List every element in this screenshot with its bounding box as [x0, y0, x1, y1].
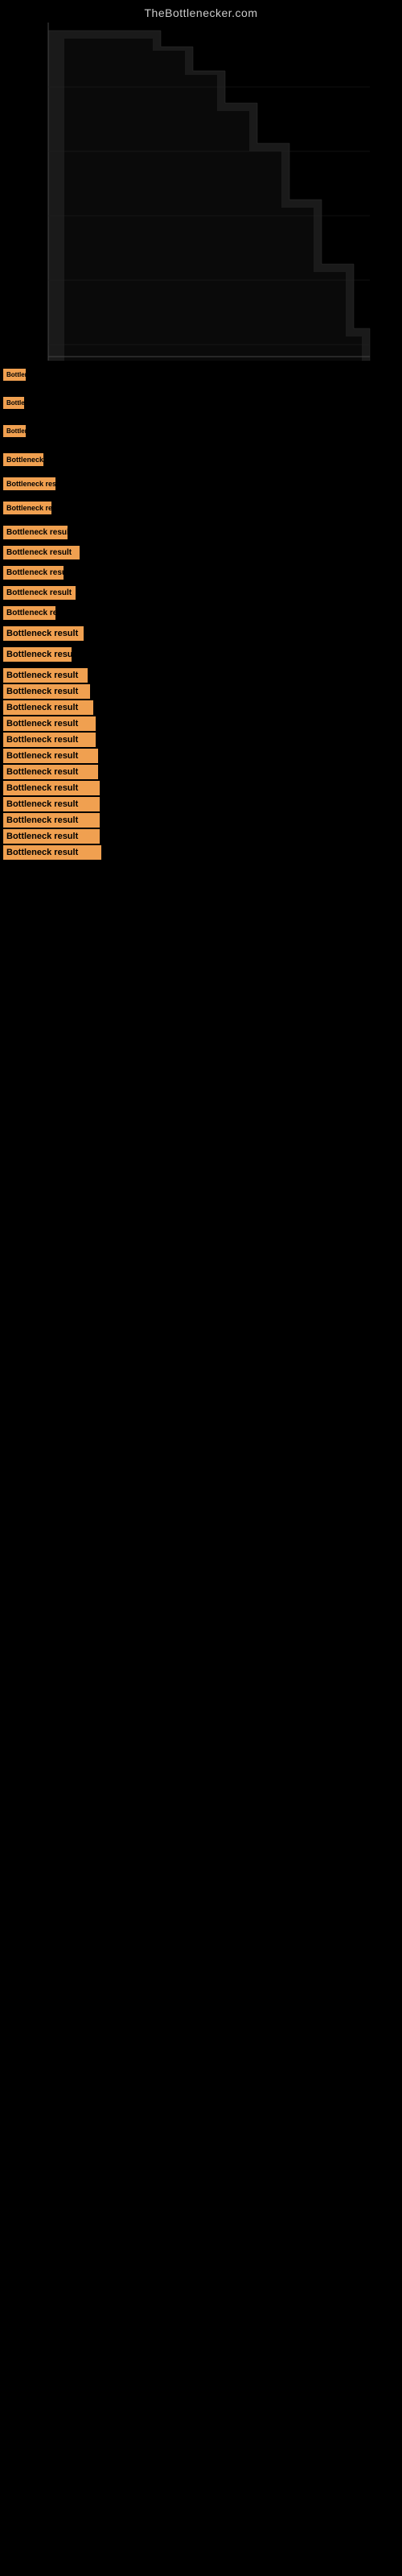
- result-label-16: Bottleneck result: [3, 700, 93, 715]
- result-item-2: Bottleneck result: [0, 397, 402, 409]
- result-label-22: Bottleneck result: [3, 797, 100, 811]
- result-item-1: Bottleneck result: [0, 369, 402, 381]
- result-label-5: Bottleneck result: [3, 477, 55, 490]
- result-item-12: Bottleneck result: [0, 626, 402, 641]
- result-label-1: Bottleneck result: [3, 369, 26, 381]
- result-item-11: Bottleneck result: [0, 606, 402, 620]
- result-label-13: Bottleneck result: [3, 647, 72, 662]
- results-list: Bottleneck resultBottleneck resultBottle…: [0, 369, 402, 860]
- result-item-21: Bottleneck result: [0, 781, 402, 795]
- result-item-20: Bottleneck result: [0, 765, 402, 779]
- result-label-6: Bottleneck result: [3, 502, 51, 514]
- result-item-16: Bottleneck result: [0, 700, 402, 715]
- result-item-9: Bottleneck result: [0, 566, 402, 580]
- result-item-13: Bottleneck result: [0, 647, 402, 662]
- result-item-5: Bottleneck result: [0, 477, 402, 490]
- result-item-15: Bottleneck result: [0, 684, 402, 699]
- result-label-18: Bottleneck result: [3, 733, 96, 747]
- result-item-18: Bottleneck result: [0, 733, 402, 747]
- result-item-8: Bottleneck result: [0, 546, 402, 559]
- result-label-4: Bottleneck result: [3, 453, 43, 466]
- result-item-19: Bottleneck result: [0, 749, 402, 763]
- result-label-17: Bottleneck result: [3, 716, 96, 731]
- result-label-7: Bottleneck result: [3, 526, 68, 539]
- result-label-11: Bottleneck result: [3, 606, 55, 620]
- result-label-3: Bottleneck result: [3, 425, 26, 437]
- result-item-4: Bottleneck result: [0, 453, 402, 466]
- result-label-10: Bottleneck result: [3, 586, 76, 600]
- result-item-3: Bottleneck result: [0, 425, 402, 437]
- result-label-9: Bottleneck result: [3, 566, 64, 580]
- result-item-7: Bottleneck result: [0, 526, 402, 539]
- result-label-25: Bottleneck result: [3, 845, 101, 860]
- result-label-23: Bottleneck result: [3, 813, 100, 828]
- result-label-19: Bottleneck result: [3, 749, 98, 763]
- result-item-10: Bottleneck result: [0, 586, 402, 600]
- site-title: TheBottlenecker.com: [0, 0, 402, 23]
- result-item-14: Bottleneck result: [0, 668, 402, 683]
- result-item-25: Bottleneck result: [0, 845, 402, 860]
- result-label-2: Bottleneck result: [3, 397, 24, 409]
- result-label-24: Bottleneck result: [3, 829, 100, 844]
- result-label-14: Bottleneck result: [3, 668, 88, 683]
- result-label-8: Bottleneck result: [3, 546, 80, 559]
- chart-area: [0, 23, 402, 361]
- result-item-23: Bottleneck result: [0, 813, 402, 828]
- result-item-22: Bottleneck result: [0, 797, 402, 811]
- result-item-17: Bottleneck result: [0, 716, 402, 731]
- result-label-20: Bottleneck result: [3, 765, 98, 779]
- result-item-6: Bottleneck result: [0, 502, 402, 514]
- result-label-15: Bottleneck result: [3, 684, 90, 699]
- result-label-12: Bottleneck result: [3, 626, 84, 641]
- result-item-24: Bottleneck result: [0, 829, 402, 844]
- result-label-21: Bottleneck result: [3, 781, 100, 795]
